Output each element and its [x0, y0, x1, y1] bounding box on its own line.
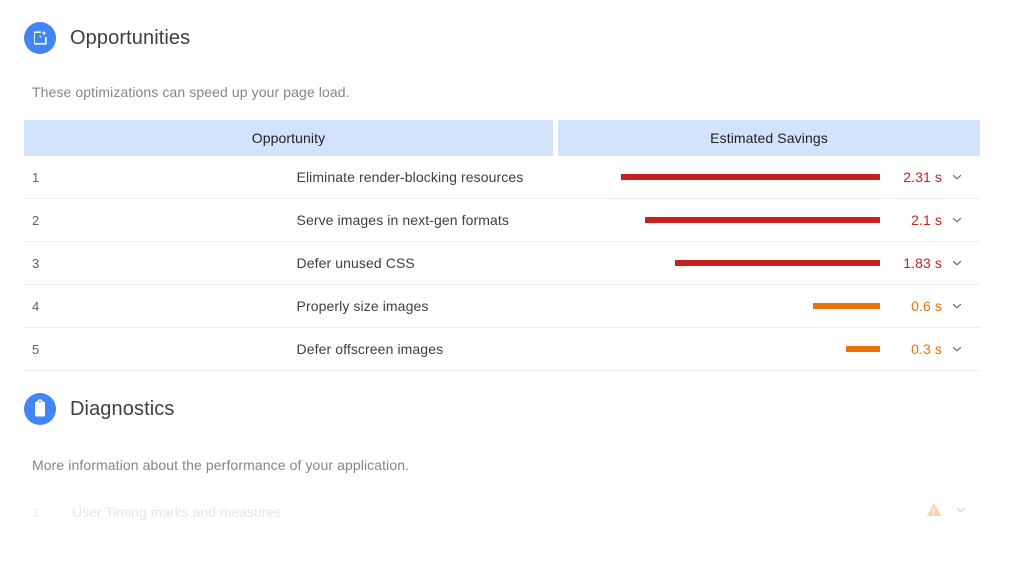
savings-value: 1.83 s — [903, 255, 942, 271]
opportunities-table: Opportunity Estimated Savings 1 Eliminate… — [24, 120, 980, 371]
estimated-savings-cell: 2.31 s — [558, 156, 980, 199]
opportunity-title[interactable]: Serve images in next-gen formats — [288, 199, 553, 242]
savings-bar — [621, 174, 880, 180]
opportunity-sparkle-icon — [24, 22, 56, 54]
table-row[interactable]: 2 Serve images in next-gen formats 2.1 s — [24, 199, 980, 242]
savings-bar — [813, 303, 880, 309]
table-row[interactable]: 3 Defer unused CSS 1.83 s — [24, 242, 980, 285]
column-header-savings: Estimated Savings — [558, 120, 980, 156]
savings-bar-track — [621, 217, 880, 223]
savings-bar-track — [621, 174, 880, 180]
savings-value: 0.3 s — [911, 341, 942, 357]
savings-value: 2.31 s — [903, 169, 942, 185]
estimated-savings-cell: 2.1 s — [558, 199, 980, 242]
savings-bar-track — [621, 346, 880, 352]
column-header-opportunity: Opportunity — [24, 120, 553, 156]
table-row[interactable]: 1 User Timing marks and measures — [24, 491, 980, 533]
savings-bar-track — [621, 260, 880, 266]
savings-value: 0.6 s — [911, 298, 942, 314]
row-index: 2 — [24, 199, 289, 242]
chevron-down-icon[interactable] — [944, 170, 970, 184]
savings-bar — [675, 260, 880, 266]
estimated-savings-cell: 0.6 s — [558, 285, 980, 328]
table-row[interactable]: 5 Defer offscreen images 0.3 s — [24, 328, 980, 371]
diagnostic-status-cell — [550, 491, 980, 533]
row-index: 1 — [32, 504, 40, 520]
chevron-down-icon[interactable] — [944, 299, 970, 313]
table-row[interactable]: 1 Eliminate render-blocking resources 2.31… — [24, 156, 980, 199]
row-index: 3 — [24, 242, 289, 285]
opportunities-table-body: 1 Eliminate render-blocking resources 2.31… — [24, 156, 980, 371]
estimated-savings-cell: 1.83 s — [558, 242, 980, 285]
warning-triangle-icon — [926, 502, 942, 522]
diagnostics-table-body: 1 User Timing marks and measures — [24, 491, 980, 533]
savings-bar — [846, 346, 880, 352]
diagnostics-table: 1 User Timing marks and measures — [24, 491, 980, 533]
diagnostics-description: More information about the performance o… — [32, 457, 410, 473]
opportunity-title[interactable]: Properly size images — [288, 285, 553, 328]
chevron-down-icon[interactable] — [954, 503, 968, 522]
estimated-savings-cell: 0.3 s — [558, 328, 980, 371]
savings-value: 2.1 s — [911, 212, 942, 228]
chevron-down-icon[interactable] — [944, 213, 970, 227]
opportunity-title[interactable]: Eliminate render-blocking resources — [288, 156, 553, 199]
opportunity-title[interactable]: Defer offscreen images — [288, 328, 553, 371]
opportunities-header: Opportunities — [0, 22, 1024, 54]
savings-bar — [645, 217, 880, 223]
opportunities-title: Opportunities — [70, 27, 191, 49]
savings-bar-track — [621, 303, 880, 309]
lighthouse-report-page: Opportunities These optimizations can sp… — [0, 0, 1024, 579]
opportunity-title[interactable]: Defer unused CSS — [288, 242, 553, 285]
table-row[interactable]: 4 Properly size images 0.6 s — [24, 285, 980, 328]
clipboard-icon — [24, 393, 56, 425]
row-index: 1 — [24, 156, 289, 199]
row-index: 4 — [24, 285, 289, 328]
diagnostic-title[interactable]: User Timing marks and measures — [64, 491, 550, 533]
table-header-row: Opportunity Estimated Savings — [24, 120, 980, 156]
row-index: 5 — [24, 328, 289, 371]
chevron-down-icon[interactable] — [944, 342, 970, 356]
diagnostics-header: Diagnostics — [0, 393, 1024, 425]
chevron-down-icon[interactable] — [944, 256, 970, 270]
diagnostics-title: Diagnostics — [70, 398, 175, 420]
opportunities-description: These optimizations can speed up your pa… — [32, 84, 350, 100]
